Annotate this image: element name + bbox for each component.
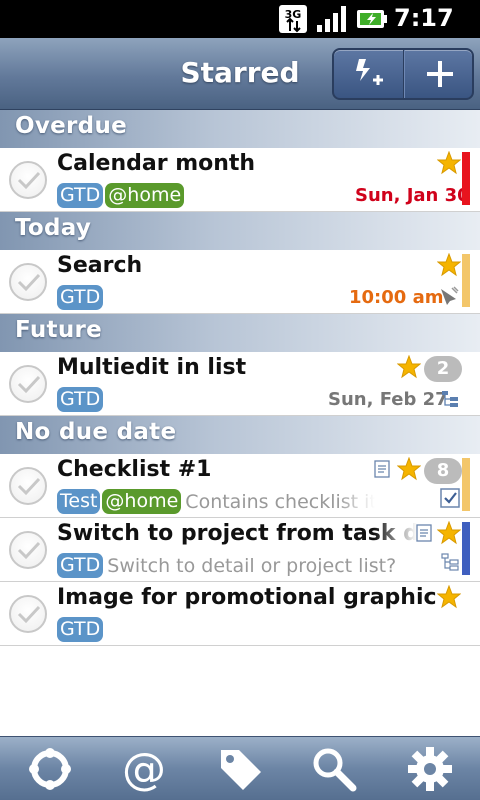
context-tag: GTD [57,617,104,642]
star-icon[interactable] [397,355,421,379]
star-icon[interactable] [397,457,421,481]
priority-bar [462,254,470,307]
checkmark-icon [17,541,41,560]
svg-text:3G: 3G [285,8,302,21]
tags-icon [221,750,261,790]
task-row[interactable]: Image for promotional graphic GTD [0,582,480,646]
signal-strength-icon [317,6,346,32]
task-row[interactable]: Switch to project from task deta GTD Swi… [0,518,480,582]
location-tag: @home [105,183,185,208]
projects-icon [29,748,71,790]
settings-icon [408,747,452,791]
project-icon [441,553,459,571]
task-note: Switch to detail or project list? [107,554,397,577]
tags-button[interactable] [212,743,268,795]
subtask-count-badge: 8 [424,458,462,484]
task-title: Switch to project from task deta [57,521,417,546]
task-title: Multiedit in list [57,355,247,380]
alarm-icon [441,286,459,305]
svg-text:@: @ [122,744,166,794]
star-icon[interactable] [437,253,461,277]
search-icon [313,748,357,792]
projects-button[interactable] [22,743,78,795]
section-header-overdue: Overdue [0,110,480,148]
section-header-today: Today [0,212,480,250]
complete-checkbox[interactable] [9,161,47,199]
title-bar: Starred [0,38,480,110]
complete-checkbox[interactable] [9,595,47,633]
add-task-button[interactable] [404,50,474,98]
complete-checkbox[interactable] [9,467,47,505]
task-tags: GTD @home [57,183,186,208]
section-header-future: Future [0,314,480,352]
context-tag: GTD [57,285,104,310]
contexts-button[interactable]: @ [116,743,172,795]
settings-button[interactable] [402,743,458,795]
checkmark-icon [17,171,41,190]
task-title: Search [57,253,143,278]
complete-checkbox[interactable] [9,365,47,403]
star-icon[interactable] [437,521,461,545]
checkmark-icon [17,605,41,624]
due-date: Sun, Jan 30 [355,185,470,206]
battery-charging-icon [357,10,387,28]
priority-bar [462,522,470,575]
quick-add-button[interactable] [334,50,404,98]
network-3g-icon: 3G [279,5,307,33]
checkmark-icon [17,273,41,292]
complete-checkbox[interactable] [9,531,47,569]
task-row[interactable]: Checklist #1 Test @home Contains checkli… [0,454,480,518]
bottom-toolbar: @ [0,736,480,800]
task-list[interactable]: Overdue Calendar month GTD @home Sun, Ja… [0,110,480,646]
due-time: 10:00 am [349,287,444,308]
context-tag: GTD [57,553,104,578]
context-tag: GTD [57,183,104,208]
task-tags: GTD [57,285,105,310]
context-tag: Test [57,489,101,514]
priority-bar [462,458,470,511]
plus-icon [426,61,453,87]
task-tags: Test @home Contains checklist ite [57,489,375,514]
task-row[interactable]: Multiedit in list GTD 2 Sun, Feb 27 [0,352,480,416]
task-tags: GTD [57,387,105,412]
task-title: Calendar month [57,151,256,176]
priority-bar [462,152,470,205]
star-icon[interactable] [437,151,461,175]
note-icon [416,524,432,542]
task-title: Image for promotional graphic [57,585,437,610]
task-note: Contains checklist ite [185,490,376,513]
checklist-icon [440,488,460,508]
status-bar: 3G 7:17 AM [0,0,480,58]
page-title: Starred [180,56,300,89]
context-tag: GTD [57,387,104,412]
task-title: Checklist #1 [57,457,212,482]
subtasks-icon [442,391,458,407]
task-row[interactable]: Calendar month GTD @home Sun, Jan 30 [0,148,480,212]
task-row[interactable]: Search GTD 10:00 am [0,250,480,314]
complete-checkbox[interactable] [9,263,47,301]
task-tags: GTD Switch to detail or project list? [57,553,396,578]
quick-add-icon [355,59,383,85]
checkmark-icon [17,477,41,496]
subtask-count-badge: 2 [424,356,462,382]
header-button-group [332,48,474,100]
task-tags: GTD [57,617,105,642]
section-header-no-due-date: No due date [0,416,480,454]
note-icon [374,460,390,478]
location-tag: @home [102,489,182,514]
due-date: Sun, Feb 27 [328,389,448,410]
checkmark-icon [17,375,41,394]
contexts-icon: @ [122,744,166,794]
search-button[interactable] [306,743,362,795]
star-icon[interactable] [437,585,461,609]
